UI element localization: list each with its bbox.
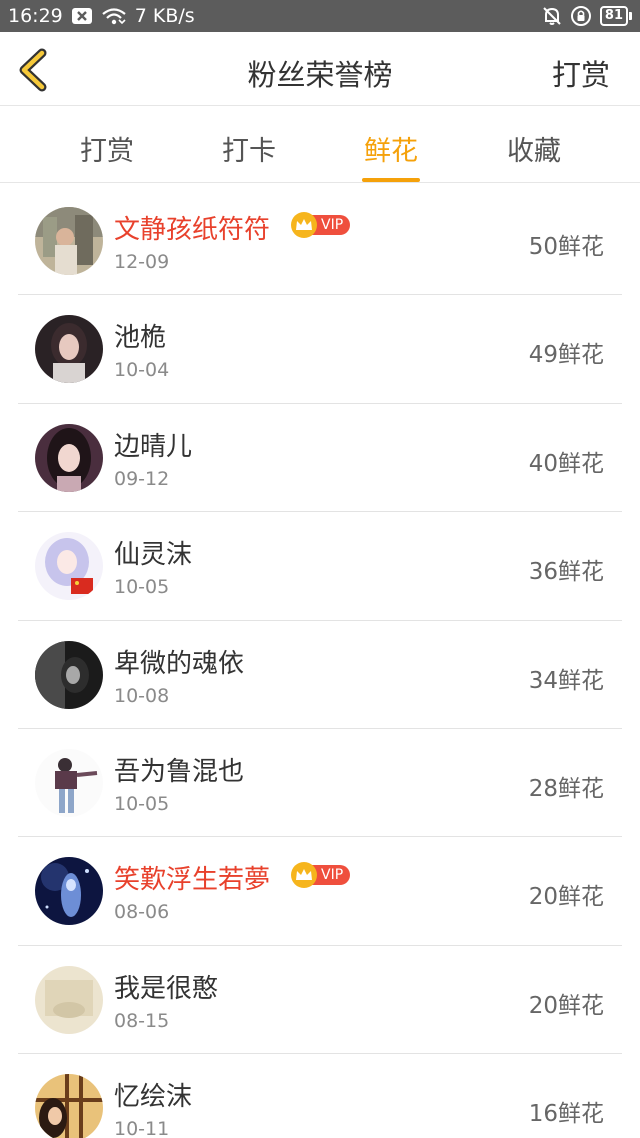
fan-date: 08-15 [114,1009,170,1032]
battery-level: 81 [599,6,628,26]
flower-count: 20鲜花 [528,884,604,911]
tab-label: 打卡 [222,136,276,167]
list-item[interactable]: 边晴儿 09-12 40鲜花 [18,404,622,513]
tab-checkin[interactable]: 打卡 [220,129,278,168]
flower-count: 50鲜花 [528,234,604,260]
tab-label: 鲜花 [364,136,418,167]
flower-count: 36鲜花 [528,559,604,586]
page-title: 粉丝荣誉榜 [247,58,393,92]
fan-name: 仙灵沫 [114,540,193,571]
fan-date: 10-11 [114,1118,170,1138]
flower-count: 28鲜花 [528,775,604,802]
avatar[interactable] [35,640,103,709]
fan-date: 09-12 [114,467,170,490]
fan-name: 文静孩纸符符 [114,215,271,245]
fan-name: 卑微的魂依 [114,648,245,679]
tab-active-indicator [362,178,420,182]
flower-count: 16鲜花 [528,1101,604,1128]
tab-label: 打赏 [80,136,134,167]
list-item[interactable]: 池桅 10-04 49鲜花 [18,295,622,404]
list-item[interactable]: 卑微的魂依 10-08 34鲜花 [18,621,622,729]
fan-name: 边晴儿 [114,431,193,462]
list-item[interactable]: 忆绘沫 10-11 16鲜花 [18,1054,622,1138]
avatar[interactable] [35,423,103,492]
crown-icon [291,212,317,238]
fan-date: 08-06 [114,901,170,924]
fan-name: 池桅 [114,323,167,354]
list-item[interactable]: 我是很憨 08-15 20鲜花 [18,946,622,1055]
tab-flowers[interactable]: 鲜花 [362,129,420,182]
avatar[interactable] [35,1074,103,1138]
fan-name: 吾为鲁混也 [114,756,245,787]
fan-date: 10-05 [114,792,170,815]
tab-label: 收藏 [507,136,561,167]
flower-count: 20鲜花 [528,992,604,1019]
fan-date: 10-08 [114,684,170,707]
flower-count: 34鲜花 [528,667,604,694]
status-time: 16:29 [8,5,63,27]
fan-name: 忆绘沫 [114,1082,193,1113]
vip-badge: VIP [291,862,351,889]
bell-muted-icon [542,6,562,26]
avatar[interactable] [35,857,103,926]
flower-count: 40鲜花 [528,450,604,477]
tab-favorites[interactable]: 收藏 [505,129,563,168]
list-item[interactable]: 吾为鲁混也 10-05 28鲜花 [18,729,622,838]
tab-reward[interactable]: 打赏 [78,129,136,168]
vip-badge: VIP [291,212,351,238]
avatar[interactable] [35,315,103,384]
fan-name: 笑歎浮生若夢 [114,865,271,896]
avatar[interactable] [35,748,103,817]
fan-date: 12-09 [114,251,170,273]
fan-date: 10-04 [114,359,170,382]
battery-indicator: 81 [599,6,632,26]
wifi-icon [101,6,127,26]
status-bar: 16:29 7 KB/s 81 [0,0,640,32]
reward-button[interactable]: 打赏 [552,52,610,94]
status-right: 81 [542,5,632,27]
status-left: 16:29 7 KB/s [8,5,195,27]
fan-ranking-list: 文静孩纸符符 VIP 12-09 50鲜花 池桅 10-04 49鲜花 边晴儿 … [18,187,622,1138]
list-item[interactable]: 文静孩纸符符 VIP 12-09 50鲜花 [18,187,622,296]
header-bar: 粉丝荣誉榜 打赏 [0,32,640,106]
avatar[interactable] [35,532,103,601]
avatar[interactable] [35,207,103,275]
fan-name: 我是很憨 [114,973,219,1004]
fan-date: 10-05 [114,576,170,599]
flower-count: 49鲜花 [528,342,604,369]
notification-x-icon [71,7,93,25]
list-item[interactable]: 仙灵沫 10-05 36鲜花 [18,512,622,621]
rotation-lock-icon [570,5,592,27]
network-speed: 7 KB/s [134,5,195,27]
battery-tip [629,12,632,20]
avatar[interactable] [35,965,103,1034]
list-item[interactable]: 笑歎浮生若夢 VIP 08-06 20鲜花 [18,837,622,946]
tab-bar: 打赏 打卡 鲜花 收藏 [0,107,640,183]
